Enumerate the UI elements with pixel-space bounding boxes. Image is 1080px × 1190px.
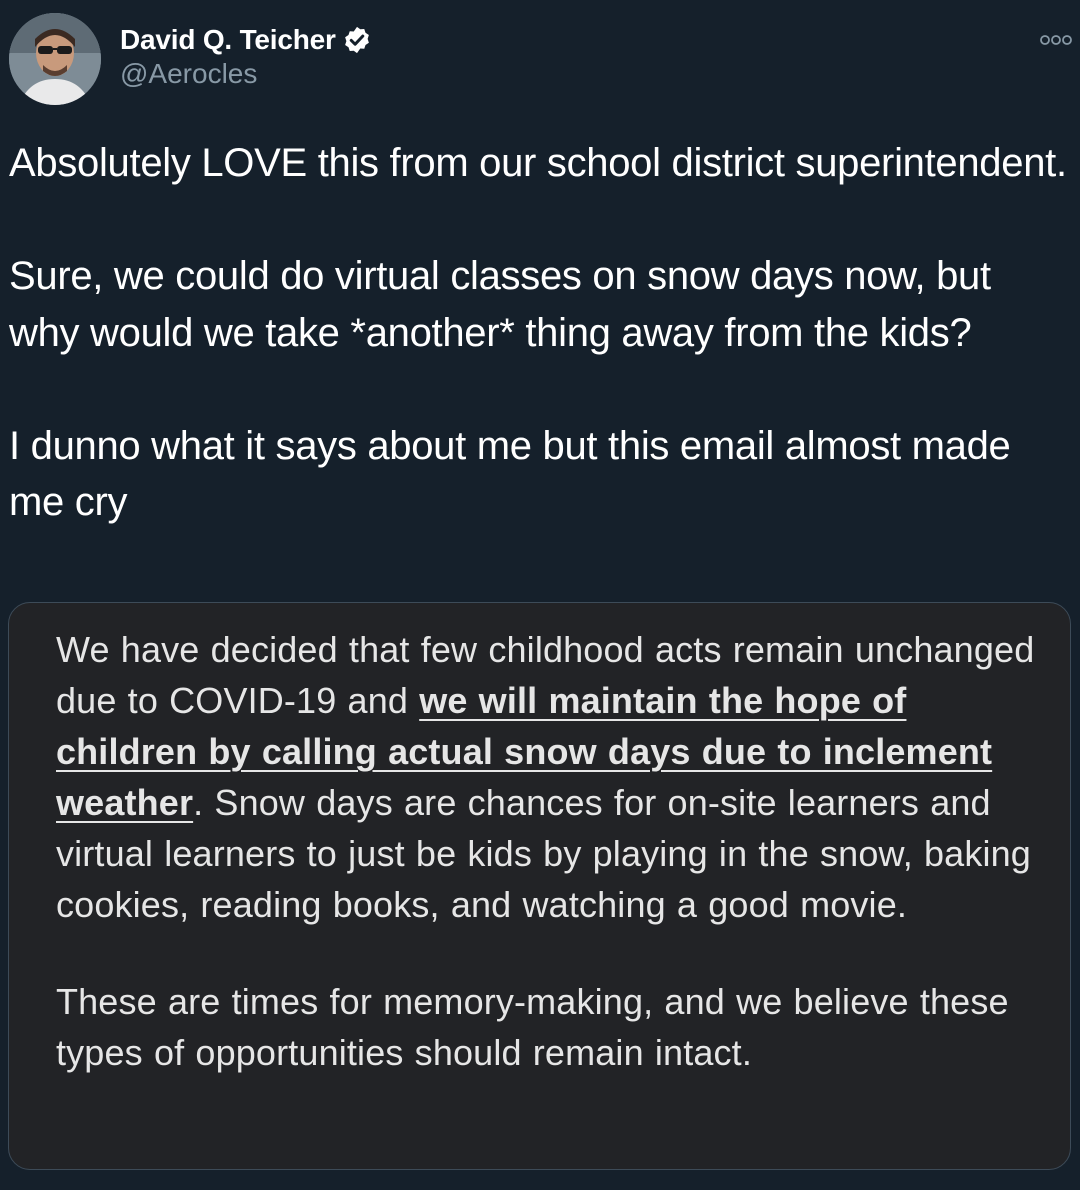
- tweet-paragraph: Sure, we could do virtual classes on sno…: [9, 254, 991, 355]
- tweet-text: Absolutely LOVE this from our school dis…: [9, 135, 1071, 531]
- email-paragraph: These are times for memory-making, and w…: [56, 981, 1009, 1073]
- profile-photo-icon: [9, 13, 101, 105]
- avatar[interactable]: [9, 13, 101, 105]
- email-excerpt: We have decided that few childhood acts …: [56, 624, 1046, 1078]
- attached-image-card[interactable]: We have decided that few childhood acts …: [8, 602, 1071, 1170]
- more-options-icon[interactable]: [1036, 28, 1076, 52]
- tweet-paragraph: Absolutely LOVE this from our school dis…: [9, 141, 1067, 185]
- email-paragraph: We have decided that few childhood acts …: [56, 624, 1046, 930]
- tweet: David Q. Teicher @Aerocles Absolutely LO…: [0, 0, 1080, 1190]
- email-emphasis-text: weather: [56, 782, 194, 823]
- author-handle[interactable]: @Aerocles: [120, 58, 257, 90]
- author-name-row[interactable]: David Q. Teicher: [120, 22, 372, 58]
- email-text-segment: . Snow days are chances for on-site lear…: [56, 782, 1031, 925]
- tweet-paragraph: I dunno what it says about me but this e…: [9, 423, 1011, 525]
- verified-badge-icon: [342, 25, 372, 55]
- author-display-name[interactable]: David Q. Teicher: [120, 24, 336, 56]
